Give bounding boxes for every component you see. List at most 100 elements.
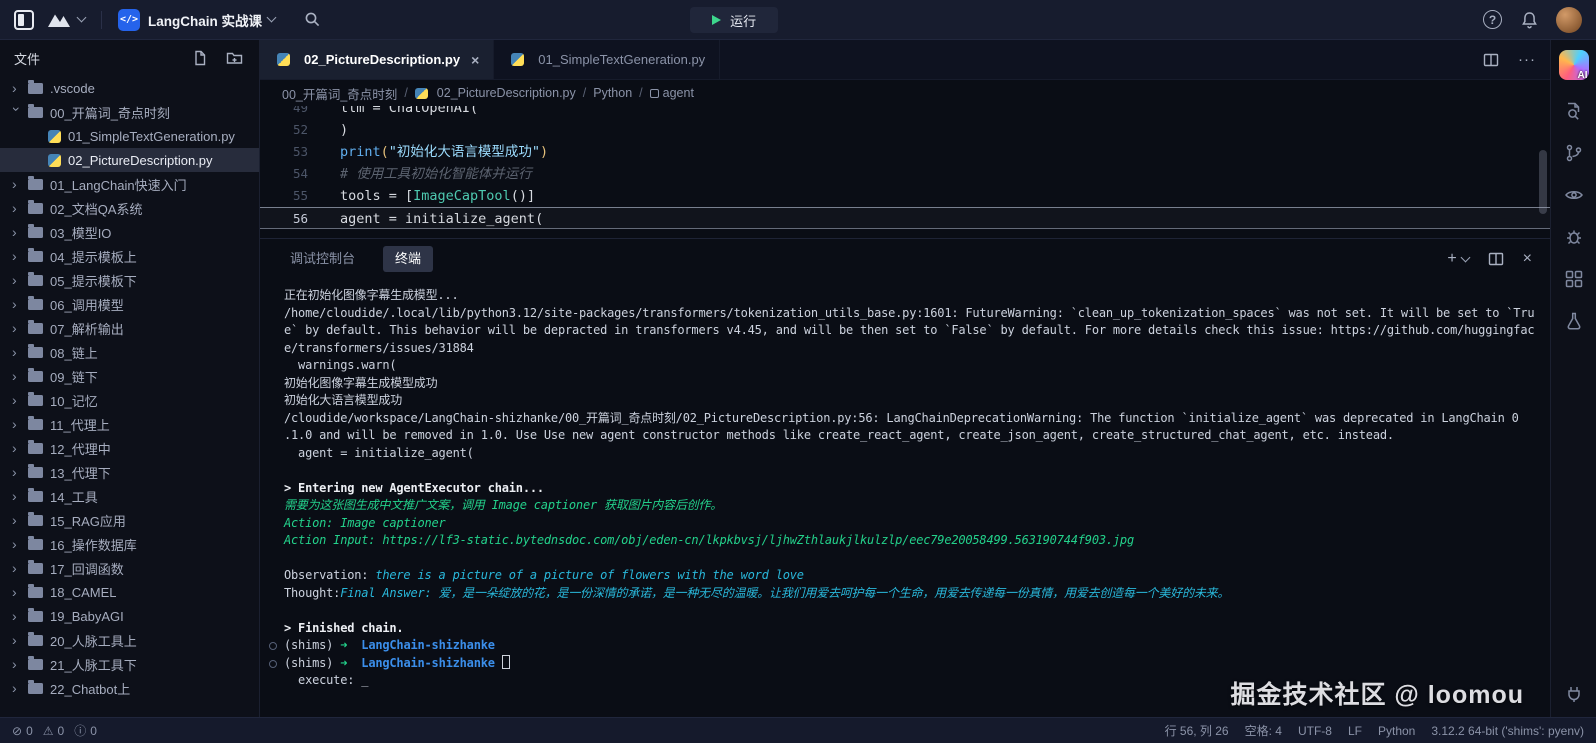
- code-text: # 使用工具初始化智能体并运行: [308, 163, 532, 185]
- extensions-grid-icon[interactable]: [1563, 268, 1585, 290]
- breadcrumb-item[interactable]: Python: [593, 86, 632, 100]
- close-tab-icon[interactable]: ×: [471, 52, 479, 68]
- code-line[interactable]: 56agent = initialize_agent(: [260, 207, 1550, 229]
- new-folder-icon[interactable]: [223, 47, 245, 69]
- errors-count[interactable]: ⊘0: [12, 724, 33, 738]
- tree-folder-item[interactable]: ›19_BabyAGI: [0, 604, 259, 628]
- tree-folder-item[interactable]: ›07_解析输出: [0, 316, 259, 340]
- folder-icon: [28, 491, 43, 502]
- file-name: 08_链上: [50, 343, 98, 362]
- file-name: 02_文档QA系统: [50, 199, 142, 218]
- line-number: 55: [260, 185, 308, 207]
- code-line[interactable]: 55tools = [ImageCapTool()]: [260, 185, 1550, 207]
- divider: [101, 11, 102, 29]
- breadcrumb-item[interactable]: 00_开篇词_奇点时刻: [282, 84, 397, 103]
- terminal-line: > Finished chain.: [284, 620, 1550, 638]
- editor-scrollbar[interactable]: [1539, 150, 1547, 214]
- status-bar: ⊘0 ⚠0 ⓘ0 行 56, 列 26 空格: 4 UTF-8 LF Python 3.12.…: [0, 717, 1596, 743]
- ai-assistant-icon[interactable]: AI: [1559, 50, 1589, 80]
- python-file-icon: [48, 154, 61, 167]
- user-avatar[interactable]: [1556, 7, 1582, 33]
- chevron-icon: ›: [12, 561, 25, 575]
- code-line[interactable]: 53print("初始化大语言模型成功"): [260, 141, 1550, 163]
- code-line[interactable]: 54# 使用工具初始化智能体并运行: [260, 163, 1550, 185]
- tree-folder-item[interactable]: ›02_文档QA系统: [0, 196, 259, 220]
- preview-eye-icon[interactable]: [1563, 184, 1585, 206]
- tree-folder-item[interactable]: ›18_CAMEL: [0, 580, 259, 604]
- tree-folder-item[interactable]: ›15_RAG应用: [0, 508, 259, 532]
- help-icon[interactable]: ?: [1483, 10, 1502, 29]
- code-line[interactable]: 52): [260, 119, 1550, 141]
- search-icon[interactable]: [301, 9, 323, 31]
- tree-folder-item[interactable]: ›10_记忆: [0, 388, 259, 412]
- python-file-icon: [415, 88, 428, 99]
- terminal-line: (shims) ➜ LangChain-shizhanke: [284, 655, 1550, 673]
- project-switcher[interactable]: </> LangChain 实战课: [118, 9, 275, 31]
- status-item[interactable]: 空格: 4: [1245, 722, 1282, 739]
- workspace-switcher[interactable]: [46, 11, 85, 29]
- tree-folder-item[interactable]: ›09_链下: [0, 364, 259, 388]
- tree-folder-item[interactable]: ›01_LangChain快速入门: [0, 172, 259, 196]
- code-editor[interactable]: 49llm = ChatOpenAI(52)53print("初始化大语言模型成…: [260, 106, 1550, 238]
- warnings-icon: ⚠: [43, 724, 54, 738]
- panel-tab[interactable]: 调试控制台: [278, 246, 367, 272]
- status-item[interactable]: 3.12.2 64-bit ('shims': pyenv): [1431, 724, 1584, 738]
- split-editor-icon[interactable]: [1480, 49, 1502, 71]
- tree-folder-item[interactable]: ›08_链上: [0, 340, 259, 364]
- editor-tabbar: 02_PictureDescription.py×01_SimpleTextGe…: [260, 40, 1550, 80]
- tree-folder-item[interactable]: ›14_工具: [0, 484, 259, 508]
- status-item[interactable]: LF: [1348, 724, 1362, 738]
- chevron-icon: ›: [12, 609, 25, 623]
- tree-folder-item[interactable]: ›11_代理上: [0, 412, 259, 436]
- more-actions-icon[interactable]: ···: [1518, 51, 1536, 68]
- source-control-icon[interactable]: [1563, 142, 1585, 164]
- status-item[interactable]: UTF-8: [1298, 724, 1332, 738]
- code-line[interactable]: 49llm = ChatOpenAI(: [260, 106, 1550, 119]
- notifications-bell-icon[interactable]: [1518, 9, 1540, 31]
- breadcrumb-item[interactable]: 02_PictureDescription.py: [415, 86, 576, 100]
- breadcrumb-separator: /: [639, 86, 642, 100]
- tree-folder-item[interactable]: ›21_人脉工具下: [0, 652, 259, 676]
- tree-file-item[interactable]: 01_SimpleTextGeneration.py: [0, 124, 259, 148]
- panel-header: 调试控制台终端 + ×: [260, 239, 1550, 279]
- new-terminal-button[interactable]: +: [1447, 250, 1468, 268]
- panel-tab[interactable]: 终端: [383, 246, 433, 272]
- close-panel-icon[interactable]: ×: [1523, 250, 1532, 268]
- info-count[interactable]: ⓘ0: [74, 722, 97, 739]
- warnings-count[interactable]: ⚠0: [43, 724, 64, 738]
- terminal-line: 初始化图像字幕生成模型成功: [284, 375, 1550, 393]
- test-flask-icon[interactable]: [1563, 310, 1585, 332]
- run-button[interactable]: 运行: [690, 7, 778, 33]
- breadcrumb-item[interactable]: agent: [650, 86, 694, 100]
- tree-folder-item[interactable]: ›.vscode: [0, 76, 259, 100]
- tree-folder-item[interactable]: ›16_操作数据库: [0, 532, 259, 556]
- tree-file-item[interactable]: 02_PictureDescription.py: [0, 148, 259, 172]
- terminal-output[interactable]: 正在初始化图像字幕生成模型.../home/cloudide/.local/li…: [260, 279, 1550, 717]
- tree-folder-item[interactable]: ›05_提示模板下: [0, 268, 259, 292]
- debug-bug-icon[interactable]: [1563, 226, 1585, 248]
- tree-folder-item[interactable]: ›00_开篇词_奇点时刻: [0, 100, 259, 124]
- plugin-icon[interactable]: [1563, 683, 1585, 705]
- file-name: 01_LangChain快速入门: [50, 175, 187, 194]
- tree-folder-item[interactable]: ›17_回调函数: [0, 556, 259, 580]
- tree-folder-item[interactable]: ›04_提示模板上: [0, 244, 259, 268]
- split-terminal-icon[interactable]: [1485, 248, 1507, 270]
- tree-folder-item[interactable]: ›22_Chatbot上: [0, 676, 259, 700]
- editor-tab[interactable]: 01_SimpleTextGeneration.py: [494, 40, 720, 79]
- editor-tab[interactable]: 02_PictureDescription.py×: [260, 40, 494, 79]
- tree-folder-item[interactable]: ›03_模型IO: [0, 220, 259, 244]
- status-item[interactable]: 行 56, 列 26: [1165, 722, 1229, 739]
- file-search-icon[interactable]: [1563, 100, 1585, 122]
- folder-icon: [28, 683, 43, 694]
- tree-folder-item[interactable]: ›13_代理下: [0, 460, 259, 484]
- terminal-line: agent = initialize_agent(: [284, 445, 1550, 463]
- tree-folder-item[interactable]: ›20_人脉工具上: [0, 628, 259, 652]
- tree-folder-item[interactable]: ›12_代理中: [0, 436, 259, 460]
- folder-icon: [28, 419, 43, 430]
- chevron-icon: ›: [12, 225, 25, 239]
- problems-indicator[interactable]: ⊘0 ⚠0 ⓘ0: [12, 722, 97, 739]
- status-item[interactable]: Python: [1378, 724, 1415, 738]
- app-logo-icon[interactable]: [14, 10, 34, 30]
- new-file-icon[interactable]: [189, 47, 211, 69]
- tree-folder-item[interactable]: ›06_调用模型: [0, 292, 259, 316]
